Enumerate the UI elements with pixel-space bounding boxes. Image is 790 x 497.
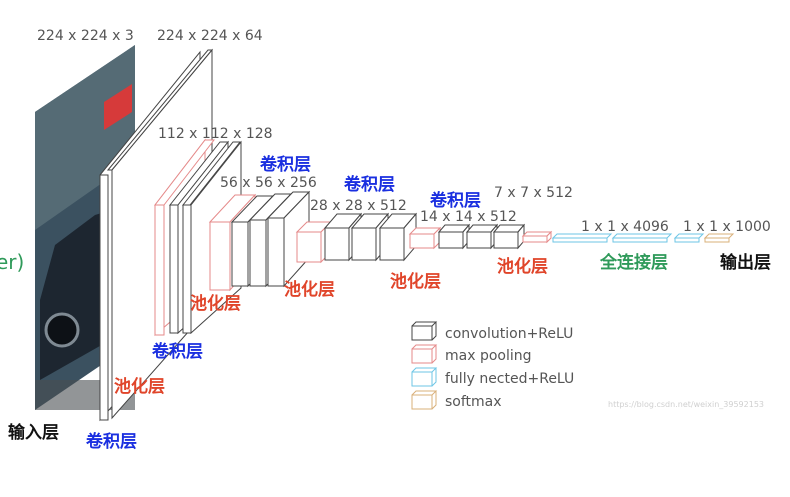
pool5-block xyxy=(521,230,553,244)
dim-conv3: 56 x 56 x 256 xyxy=(220,175,317,191)
label-input-layer: 输入层 xyxy=(8,422,59,443)
legend-fc-label: fully nected+ReLU xyxy=(445,371,574,387)
fc-block xyxy=(551,233,705,243)
vgg16-diagram: 224 x 224 x 3 224 x 224 x 64 112 x 112 x… xyxy=(0,28,771,452)
softmax-block xyxy=(703,233,735,243)
label-fully-connected: 全连接层 xyxy=(599,252,668,273)
conv5-block xyxy=(437,223,526,250)
label-pool-4: 池化层 xyxy=(390,271,441,292)
legend-item-fc: fully nected+ReLU xyxy=(411,367,574,387)
legend-item-softmax: softmax xyxy=(411,390,502,410)
dim-conv1: 224 x 224 x 64 xyxy=(157,28,263,44)
legend-item-pool: max pooling xyxy=(411,344,532,364)
legend-pool-label: max pooling xyxy=(445,348,532,364)
legend-item-conv: convolution+ReLU xyxy=(411,321,573,342)
conv4-block xyxy=(323,212,418,262)
label-output-layer: 输出层 xyxy=(720,252,771,273)
label-conv-2: 卷积层 xyxy=(151,341,203,362)
label-pool-5: 池化层 xyxy=(497,256,548,277)
label-pool-2: 池化层 xyxy=(190,293,241,314)
legend: convolution+ReLU max pooling fully necte… xyxy=(411,321,574,410)
pool4-block xyxy=(408,226,442,250)
dim-conv4: 28 x 28 x 512 xyxy=(310,198,407,214)
label-pool-3: 池化层 xyxy=(284,279,335,300)
label-conv-1: 卷积层 xyxy=(85,431,137,452)
legend-softmax-label: softmax xyxy=(445,394,502,410)
watermark: https://blog.csdn.net/weixin_39592153 xyxy=(608,400,764,409)
dim-conv5: 14 x 14 x 512 xyxy=(420,209,517,225)
edge-fragment-text: er) xyxy=(0,250,24,274)
dim-input: 224 x 224 x 3 xyxy=(37,28,134,44)
label-pool-1: 池化层 xyxy=(114,376,165,397)
label-conv-5: 卷积层 xyxy=(429,190,481,211)
dim-pool5: 7 x 7 x 512 xyxy=(494,185,573,201)
label-conv-4: 卷积层 xyxy=(343,174,395,195)
legend-conv-label: convolution+ReLU xyxy=(445,326,573,342)
dim-conv2: 112 x 112 x 128 xyxy=(158,126,273,142)
label-conv-3: 卷积层 xyxy=(259,154,311,175)
dim-fc: 1 x 1 x 4096 xyxy=(581,219,669,235)
dim-out: 1 x 1 x 1000 xyxy=(683,219,771,235)
